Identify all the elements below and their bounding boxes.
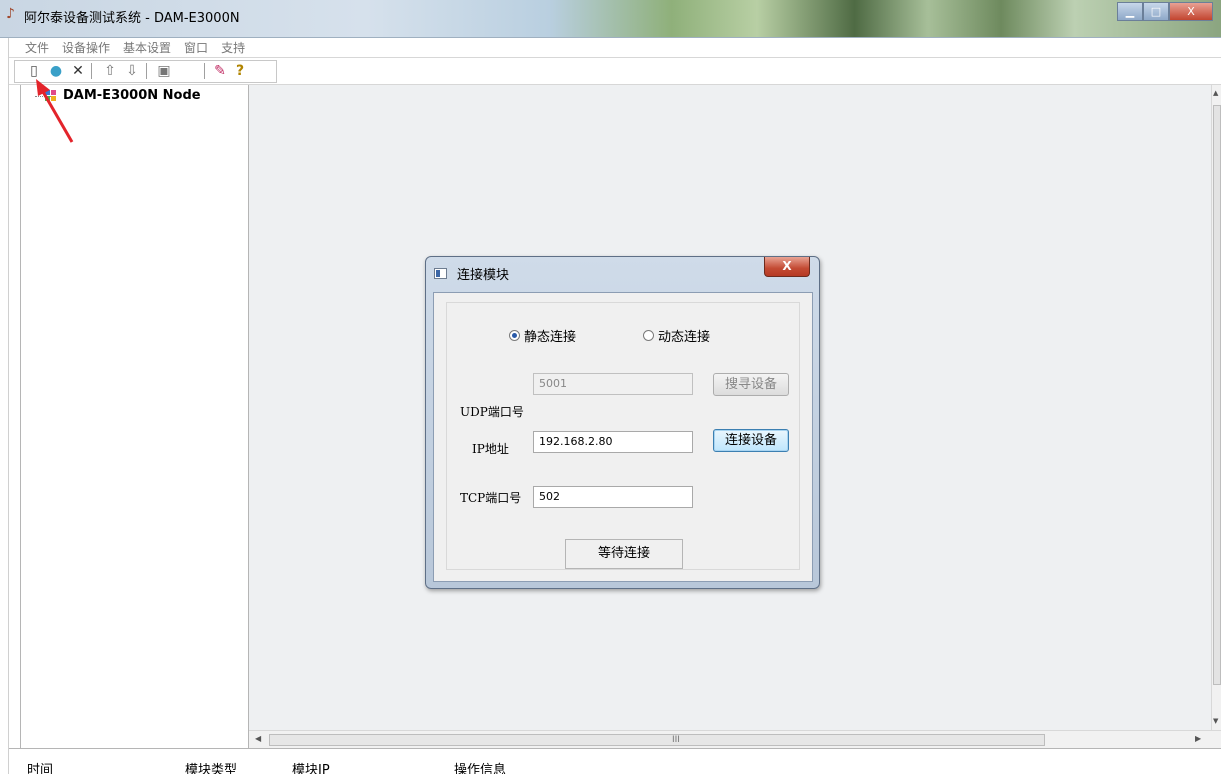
udp-port-input[interactable]: 5001: [533, 373, 693, 395]
config-icon[interactable]: ▣: [155, 62, 173, 80]
log-col-module-ip: 模块IP: [292, 763, 330, 774]
vertical-scrollbar[interactable]: ▲ ▼: [1211, 85, 1221, 730]
menu-bar: 文件 设备操作 基本设置 窗口 支持: [9, 38, 1221, 58]
scroll-grip: III: [672, 735, 680, 745]
scroll-right-icon[interactable]: ▶: [1195, 734, 1201, 743]
ip-address-label: IP地址: [472, 442, 509, 456]
maximize-button[interactable]: □: [1143, 2, 1169, 21]
udp-port-label: UDP端口号: [460, 405, 524, 419]
window-border: [0, 38, 9, 774]
radio-unselected-icon: [643, 330, 654, 341]
log-header: 时间 模块类型 模块IP 操作信息: [9, 748, 1221, 774]
upload-icon[interactable]: ⇧: [101, 62, 119, 80]
tree-node-label: DAM-E3000N Node: [63, 88, 201, 103]
title-bar[interactable]: ♪ 阿尔泰设备测试系统 - DAM-E3000N ▁ □ X: [0, 0, 1221, 38]
annotation-arrow-icon: [36, 79, 74, 143]
connect-device-button[interactable]: 连接设备: [713, 429, 789, 452]
tcp-port-label: TCP端口号: [460, 491, 522, 505]
horizontal-scroll-thumb[interactable]: III: [269, 734, 1045, 746]
vertical-scroll-thumb[interactable]: [1213, 105, 1221, 685]
menu-basic-settings[interactable]: 基本设置: [123, 39, 171, 56]
log-col-operation-info: 操作信息: [454, 763, 507, 774]
menu-file[interactable]: 文件: [25, 39, 49, 56]
toolbar: ▯ ● ✕ ⇧ ⇩ ▣ ✎ ?: [9, 58, 1221, 85]
window-title: 阿尔泰设备测试系统 - DAM-E3000N: [24, 11, 240, 26]
radio-selected-icon: [509, 330, 520, 341]
log-col-time: 时间: [27, 763, 54, 774]
scroll-up-icon[interactable]: ▲: [1213, 89, 1218, 97]
device-tree[interactable]: DAM-E3000N Node: [20, 85, 249, 748]
dynamic-connect-label: 动态连接: [658, 330, 711, 345]
close-button[interactable]: X: [1169, 2, 1213, 21]
dynamic-connect-radio[interactable]: 动态连接: [643, 326, 710, 345]
toolbar-separator: [204, 63, 205, 79]
help-icon[interactable]: ?: [231, 62, 249, 80]
tcp-port-input[interactable]: 502: [533, 486, 693, 508]
log-col-module-type: 模块类型: [185, 763, 238, 774]
dialog-title: 连接模块: [457, 268, 510, 283]
download-icon[interactable]: ⇩: [123, 62, 141, 80]
menu-support[interactable]: 支持: [221, 39, 245, 56]
ip-address-input[interactable]: 192.168.2.80: [533, 431, 693, 453]
scroll-down-icon[interactable]: ▼: [1213, 717, 1218, 725]
static-connect-radio[interactable]: 静态连接: [509, 326, 576, 345]
dialog-window-icon: [434, 268, 447, 279]
minimize-button[interactable]: ▁: [1117, 2, 1143, 21]
menu-device-ops[interactable]: 设备操作: [62, 39, 110, 56]
dialog-group-box: 静态连接 动态连接 UDP端口号 5001 搜寻设备 IP地址 192.168.…: [446, 302, 800, 570]
static-connect-label: 静态连接: [524, 330, 577, 345]
dialog-close-button[interactable]: X: [764, 257, 810, 277]
toolbar-separator: [146, 63, 147, 79]
window-controls: ▁ □ X: [1117, 2, 1213, 21]
dialog-body: 静态连接 动态连接 UDP端口号 5001 搜寻设备 IP地址 192.168.…: [433, 292, 813, 582]
horizontal-scrollbar[interactable]: ◀ III ▶: [249, 730, 1221, 748]
toolbar-separator: [91, 63, 92, 79]
connect-module-dialog[interactable]: 连接模块 X 静态连接 动态连接 UDP端口号 5001 搜寻设备 IP地址 1…: [425, 256, 820, 589]
search-device-button[interactable]: 搜寻设备: [713, 373, 789, 396]
tool-icon[interactable]: ✎: [211, 62, 229, 80]
scroll-left-icon[interactable]: ◀: [255, 734, 261, 743]
app-icon: ♪: [6, 6, 15, 22]
connection-status: 等待连接: [565, 539, 683, 569]
menu-window[interactable]: 窗口: [184, 39, 208, 56]
